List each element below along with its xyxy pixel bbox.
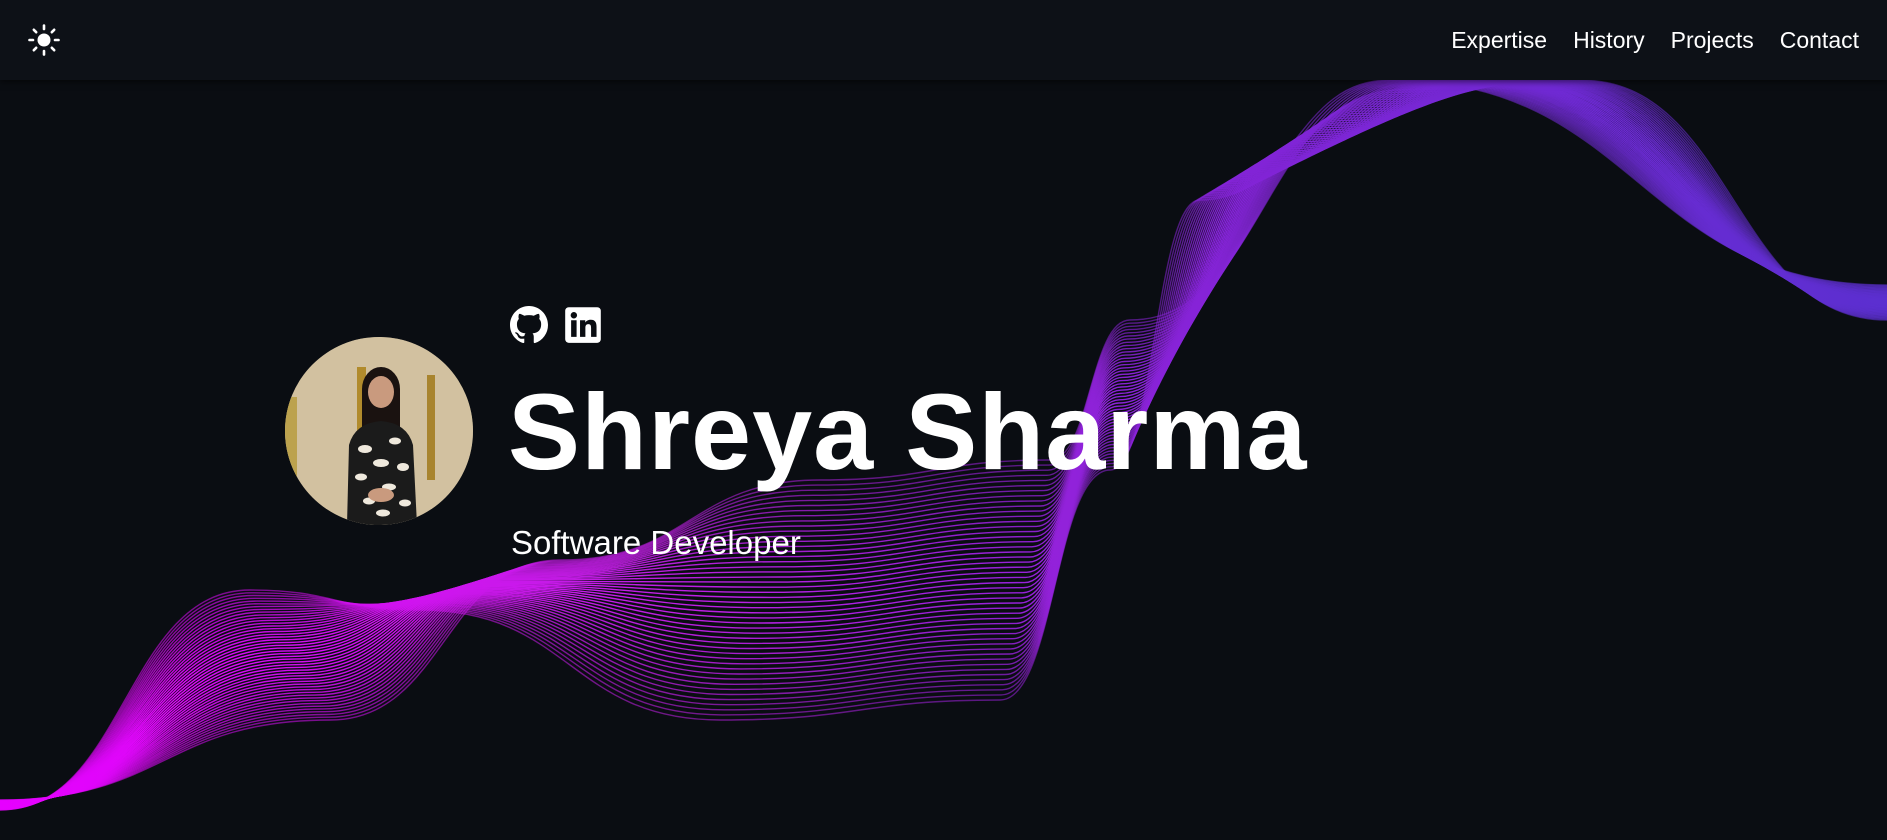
top-navbar: Expertise History Projects Contact: [0, 0, 1887, 80]
avatar: [285, 337, 473, 525]
hero-role: Software Developer: [511, 524, 801, 561]
profile-photo: [285, 337, 473, 525]
github-link[interactable]: [510, 306, 548, 344]
nav-link-expertise[interactable]: Expertise: [1451, 27, 1547, 54]
theme-toggle-button[interactable]: [26, 22, 62, 58]
hero-section: Shreya Sharma Software Developer: [0, 0, 1887, 840]
github-icon: [510, 306, 548, 344]
nav-link-projects[interactable]: Projects: [1671, 27, 1754, 54]
nav-link-history[interactable]: History: [1573, 27, 1645, 54]
hero-name: Shreya Sharma: [508, 371, 1308, 492]
social-links: [510, 306, 602, 344]
nav-link-contact[interactable]: Contact: [1780, 27, 1859, 54]
sun-icon: [28, 24, 60, 56]
linkedin-icon: [565, 307, 601, 343]
nav-links: Expertise History Projects Contact: [1451, 0, 1859, 80]
linkedin-link[interactable]: [564, 306, 602, 344]
page: Expertise History Projects Contact Shrey…: [0, 0, 1887, 840]
